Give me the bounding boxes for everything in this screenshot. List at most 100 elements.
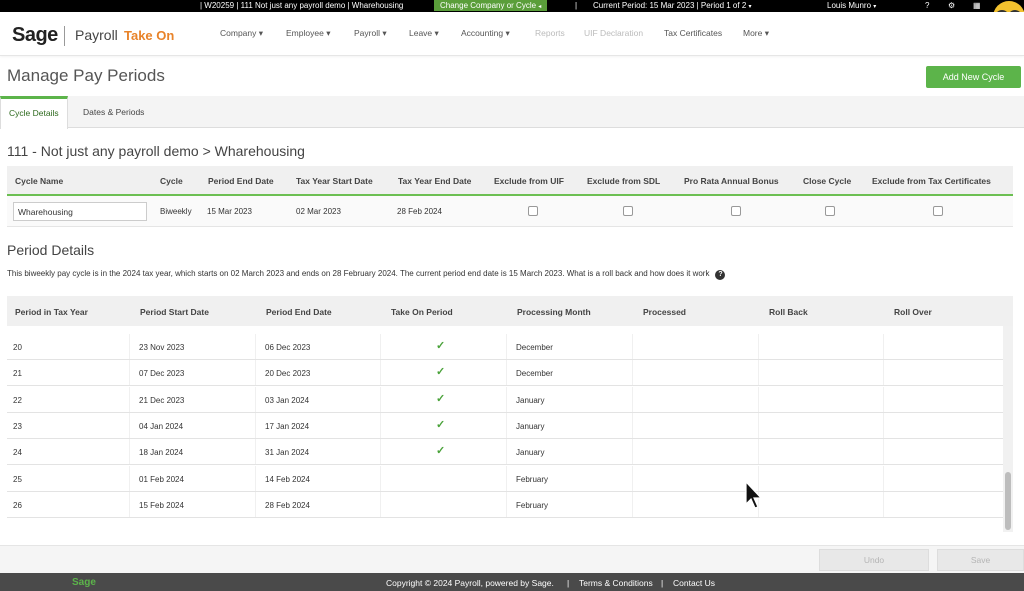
nav-payroll-label: Payroll xyxy=(354,28,380,38)
nav-leave[interactable]: Leave ▾ xyxy=(409,28,439,39)
table-cell-divider xyxy=(883,465,884,491)
table-row: 26 15 Feb 2024 28 Feb 2024 February xyxy=(7,491,1003,518)
table-cell-divider xyxy=(380,334,381,359)
tools-icon[interactable]: ⚙ xyxy=(948,0,955,11)
tab-cycle-details[interactable]: Cycle Details xyxy=(0,96,68,129)
mouse-cursor-icon xyxy=(745,480,763,509)
table-cell-divider xyxy=(129,439,130,465)
period-number: 25 xyxy=(13,474,22,484)
footer-separator: | xyxy=(567,578,570,588)
col-close-cycle: Close Cycle xyxy=(803,176,852,186)
table-cell-divider xyxy=(758,386,759,412)
nav-reports: Reports xyxy=(535,28,565,38)
col-period-start-date: Period Start Date xyxy=(140,307,209,317)
table-cell-divider xyxy=(632,465,633,491)
nav-more[interactable]: More ▾ xyxy=(743,28,769,39)
table-cell-divider xyxy=(883,334,884,359)
table-cell-divider xyxy=(129,465,130,491)
module-name: Take On xyxy=(124,28,175,43)
col-exclude-sdl: Exclude from SDL xyxy=(587,176,661,186)
nav-employee[interactable]: Employee ▾ xyxy=(286,28,330,39)
table-cell-divider xyxy=(506,412,507,438)
table-cell-divider xyxy=(506,491,507,517)
table-cell-divider xyxy=(506,360,507,386)
undo-button[interactable]: Undo xyxy=(819,549,929,571)
contact-link[interactable]: Contact Us xyxy=(673,578,715,588)
caret-down-icon: ▾ xyxy=(382,28,387,38)
nav-tax-certificates[interactable]: Tax Certificates xyxy=(664,28,722,38)
sage-logo[interactable]: Sage xyxy=(12,24,58,47)
nav-company[interactable]: Company ▾ xyxy=(220,28,263,39)
table-cell-divider xyxy=(380,465,381,491)
processing-month: December xyxy=(516,369,553,379)
nav-employee-label: Employee xyxy=(286,28,324,38)
cycle-name-input[interactable] xyxy=(13,202,147,221)
exclude-uif-checkbox[interactable] xyxy=(528,206,538,216)
period-start-date: 23 Nov 2023 xyxy=(139,343,185,352)
col-cycle-name: Cycle Name xyxy=(15,176,64,186)
caret-down-icon: ▾ xyxy=(434,28,439,38)
period-start-date: 07 Dec 2023 xyxy=(139,369,185,379)
period-start-date: 21 Dec 2023 xyxy=(139,395,185,405)
nav-payroll[interactable]: Payroll ▾ xyxy=(354,28,387,39)
tab-dates-periods[interactable]: Dates & Periods xyxy=(75,96,152,128)
exclude-tax-certificates-checkbox[interactable] xyxy=(933,206,943,216)
col-roll-back: Roll Back xyxy=(769,307,808,317)
period-start-date: 04 Jan 2024 xyxy=(139,421,184,431)
table-cell-divider xyxy=(380,360,381,386)
exclude-sdl-checkbox[interactable] xyxy=(623,206,633,216)
period-number: 24 xyxy=(13,448,22,458)
caret-left-icon: ◂ xyxy=(538,4,542,10)
change-company-button[interactable]: Change Company or Cycle ◂ xyxy=(434,0,548,11)
nav-more-label: More xyxy=(743,28,763,38)
question-circle-icon[interactable]: ? xyxy=(715,270,726,280)
caret-down-icon: ▾ xyxy=(873,4,877,10)
check-icon: ✓ xyxy=(436,418,446,431)
period-table-scrollbar[interactable] xyxy=(1003,326,1013,532)
check-icon: ✓ xyxy=(436,392,446,405)
period-end-date: 28 Feb 2024 xyxy=(265,500,310,510)
period-end-date: 14 Feb 2024 xyxy=(265,474,310,484)
grid-icon[interactable]: ▦ xyxy=(973,0,981,11)
nav-uif-declaration: UIF Declaration xyxy=(584,28,644,38)
company-context: | W20259 | 111 Not just any payroll demo… xyxy=(200,1,404,10)
table-cell-divider xyxy=(380,439,381,465)
col-pro-rata-bonus: Pro Rata Annual Bonus xyxy=(684,176,779,186)
scrollbar-thumb[interactable] xyxy=(1005,472,1011,530)
pro-rata-bonus-checkbox[interactable] xyxy=(731,206,741,216)
table-cell-divider xyxy=(380,386,381,412)
table-cell-divider xyxy=(758,439,759,465)
save-button[interactable]: Save xyxy=(937,549,1024,571)
terms-link[interactable]: Terms & Conditions xyxy=(579,578,653,588)
table-row: 24 18 Jan 2024 31 Jan 2024 ✓ January xyxy=(7,439,1003,466)
period-end-date: 03 Jan 2024 xyxy=(265,395,310,405)
period-number: 26 xyxy=(13,500,22,510)
table-cell-divider xyxy=(632,439,633,465)
cycle-tax-end: 28 Feb 2024 xyxy=(397,207,442,216)
help-link[interactable]: ? xyxy=(925,0,929,11)
table-cell-divider xyxy=(632,412,633,438)
add-new-cycle-button[interactable]: Add New Cycle xyxy=(926,66,1021,88)
close-cycle-checkbox[interactable] xyxy=(825,206,835,216)
app-header: Sage Payroll Take On Company ▾ Employee … xyxy=(0,12,1024,56)
table-cell-divider xyxy=(883,386,884,412)
nav-accounting[interactable]: Accounting ▾ xyxy=(461,28,510,39)
user-name: Louis Munro xyxy=(827,1,872,10)
top-status-bar: | W20259 | 111 Not just any payroll demo… xyxy=(0,0,1024,12)
period-info-text: This biweekly pay cycle is in the 2024 t… xyxy=(7,269,726,280)
table-cell-divider xyxy=(255,491,256,517)
cycle-section-title: 111 - Not just any payroll demo > Whareh… xyxy=(7,143,305,159)
table-cell-divider xyxy=(255,412,256,438)
caret-down-icon: ▾ xyxy=(505,28,510,38)
processing-month: January xyxy=(516,421,545,431)
caret-down-icon: ▾ xyxy=(326,28,331,38)
table-cell-divider xyxy=(129,491,130,517)
period-end-date: 17 Jan 2024 xyxy=(265,421,310,431)
col-tax-year-start: Tax Year Start Date xyxy=(296,176,373,186)
period-info-label: This biweekly pay cycle is in the 2024 t… xyxy=(7,269,710,278)
table-row: 20 23 Nov 2023 06 Dec 2023 ✓ December xyxy=(7,334,1003,360)
table-cell-divider xyxy=(506,386,507,412)
table-cell-divider xyxy=(883,439,884,465)
table-cell-divider xyxy=(255,439,256,465)
table-cell-divider xyxy=(758,334,759,359)
